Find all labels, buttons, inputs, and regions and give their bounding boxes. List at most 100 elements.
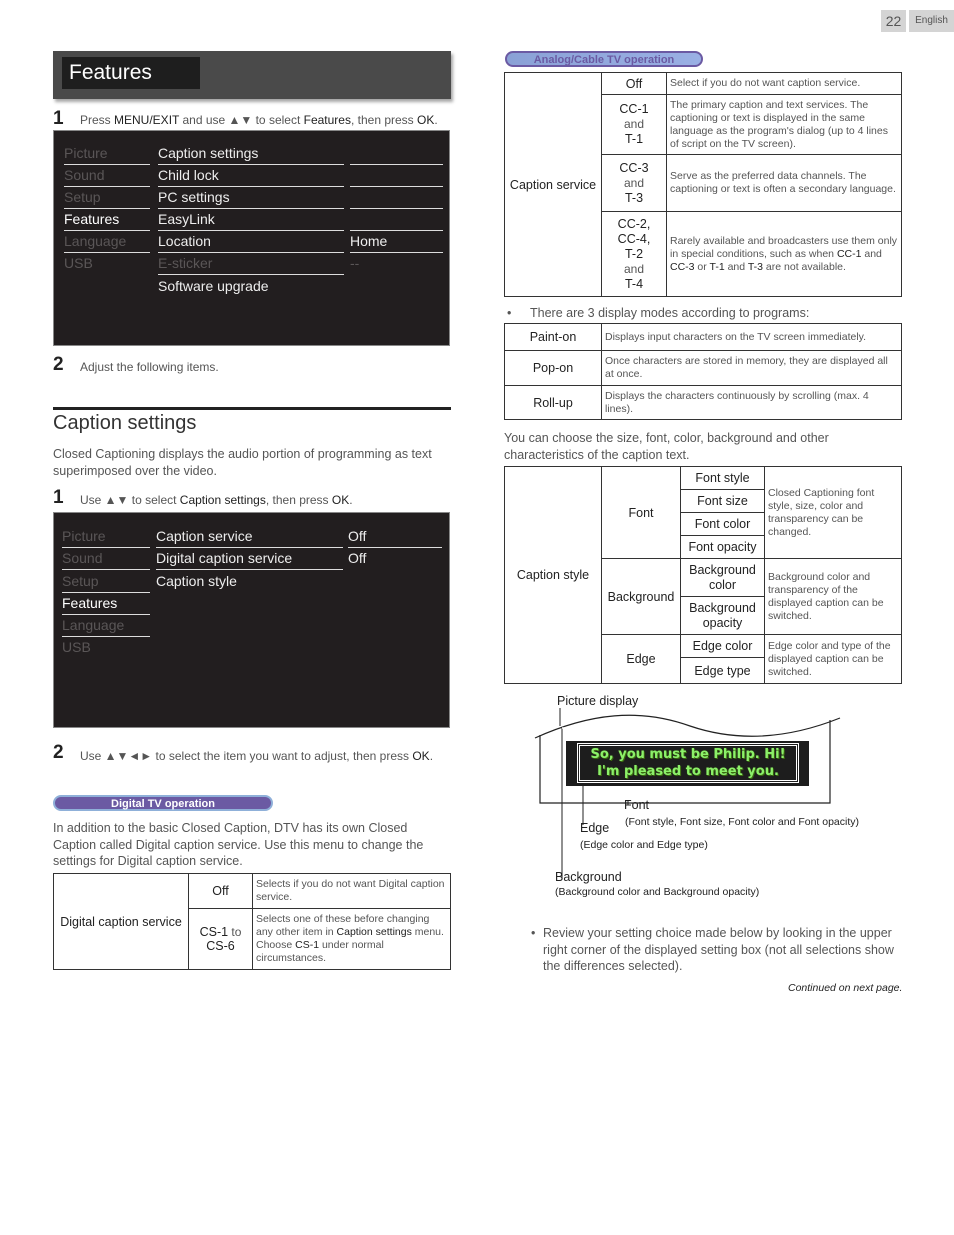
features-step-1-text: Press MENU/EXIT and use ▲▼ to select Fea… [80, 113, 460, 127]
text-part: and [861, 247, 882, 260]
menu-item-caption-settings[interactable]: Caption settings [158, 143, 344, 165]
menu-item-sound[interactable]: Sound [62, 548, 150, 570]
analog-cable-tv-operation-badge: Analog/Cable TV operation [505, 51, 703, 67]
menu-value-location: Home [350, 231, 443, 253]
mode-description: Displays input characters on the TV scre… [601, 323, 902, 351]
text-part: Press [80, 113, 115, 127]
features-step-2-text: Adjust the following items. [80, 360, 219, 374]
text-part: Use ▲▼ to select [80, 493, 180, 507]
menu-item-easylink[interactable]: EasyLink [158, 209, 344, 231]
label-edge: Edge [580, 821, 610, 835]
step-number: 1 [53, 487, 64, 508]
menu-item-picture[interactable]: Picture [64, 143, 150, 165]
option-description: The primary caption and text services. T… [666, 94, 902, 155]
menu-item-language[interactable]: Language [64, 231, 150, 253]
option-line: CC-1 [619, 102, 649, 116]
text-part: are not available. [763, 260, 846, 273]
item-edge-type: Edge type [680, 657, 765, 684]
text-part: Use ▲▼◄► to select the item you want to … [80, 749, 409, 763]
menu-item-caption-style[interactable]: Caption style [156, 571, 343, 593]
menu-item-caption-service[interactable]: Caption service [156, 526, 343, 548]
mode-description: Displays the characters continuously by … [601, 385, 902, 420]
row-header-digital-caption-service: Digital caption service [53, 873, 189, 970]
menu-item-software-upgrade[interactable]: Software upgrade [158, 276, 344, 298]
caption-line-1: So, you must be Philip. Hi! [590, 747, 786, 762]
mode-roll-up: Roll-up [504, 385, 602, 420]
option-line: CC-4, [617, 231, 651, 246]
caption-step-1-text: Use ▲▼ to select Caption settings, then … [80, 493, 460, 507]
text-bold: CC-1 [836, 247, 862, 260]
menu-value-digital-caption-service: Off [348, 550, 367, 566]
item-font-size: Font size [680, 489, 765, 513]
text-bold: Caption settings [336, 926, 412, 938]
option-cc2-cc4-t2-t4: CC-2, CC-4, T-2 and T-4 [601, 211, 667, 297]
option-line: and [623, 175, 645, 190]
page-number: 22 [881, 10, 906, 32]
caption-edge-box: So, you must be Philip. Hi! I'm pleased … [577, 743, 799, 783]
bullet-dot: • [531, 926, 536, 940]
caption-settings-menu-screen: Picture Sound Setup Features Language US… [53, 512, 450, 728]
mode-paint-on: Paint-on [504, 323, 602, 351]
option-cc3-t3: CC-3 and T-3 [601, 154, 667, 212]
features-banner: Features [53, 51, 451, 99]
menu-item-digital-caption-service[interactable]: Digital caption service [156, 548, 343, 570]
option-description: Selects one of these before changing any… [252, 908, 451, 970]
option-off: Off [601, 72, 667, 95]
option-description: Selects if you do not want Digital capti… [252, 873, 451, 909]
option-description: Select if you do not want caption servic… [666, 72, 902, 95]
text-part: . [434, 113, 438, 127]
menu-item-usb[interactable]: USB [64, 253, 150, 275]
menu-item-pc-settings[interactable]: PC settings [158, 187, 344, 209]
menu-item-child-lock[interactable]: Child lock [158, 165, 344, 187]
key-ok: OK [331, 493, 350, 507]
text-bold: CS-1 [295, 939, 320, 951]
option-line: CC-3 [619, 160, 649, 175]
option-description: Serve as the preferred data channels. Th… [666, 154, 902, 212]
menu-item-picture[interactable]: Picture [62, 526, 150, 548]
menu-item-language[interactable]: Language [62, 615, 150, 637]
step-number: 2 [53, 742, 64, 763]
caption-style-intro: You can choose the size, font, color, ba… [504, 431, 829, 462]
label-background: Background [555, 870, 622, 884]
menu-item-usb[interactable]: USB [62, 637, 150, 659]
caption-background-box: So, you must be Philip. Hi! I'm pleased … [566, 741, 809, 786]
label-background-sub: (Background color and Background opacity… [555, 886, 760, 898]
caption-step-2: 2 [53, 742, 64, 764]
key-ok: OK [412, 749, 430, 763]
menu-item-sound[interactable]: Sound [64, 165, 150, 187]
text-bold: T-1 [709, 260, 725, 273]
option-off: Off [188, 873, 253, 909]
row-header-caption-style: Caption style [504, 466, 602, 684]
step-number: 1 [53, 108, 64, 129]
item-edge-color: Edge color [680, 634, 765, 658]
text-part: . [349, 493, 353, 507]
digital-caption-table: Digital caption service Off Selects if y… [53, 873, 451, 970]
text-part: . [429, 749, 434, 763]
item-font-color: Font color [680, 512, 765, 536]
menu-item-location[interactable]: Location [158, 231, 344, 253]
menu-value-caption-service: Off [348, 526, 442, 548]
table-row: Paint-on Displays input characters on th… [504, 323, 902, 351]
key-caption-settings: Caption settings [179, 493, 266, 507]
option-line: T-4 [624, 276, 644, 291]
features-step-2: 2 [53, 354, 64, 376]
page-language: English [909, 10, 954, 32]
display-modes-table: Paint-on Displays input characters on th… [504, 323, 902, 420]
table-row: Caption service Off Select if you do not… [504, 72, 902, 297]
label-font: Font [624, 798, 650, 812]
option-cc1-t1: CC-1 and T-1 [601, 94, 667, 155]
menu-item-setup[interactable]: Setup [62, 571, 150, 593]
text-bold: T-3 [747, 260, 764, 273]
menu-item-features[interactable]: Features [62, 593, 150, 615]
text-part: and use ▲▼ to select [179, 113, 304, 127]
tv-screen-outline [534, 714, 841, 739]
text-bold: CC-3 [670, 260, 695, 273]
option-cs-1: CS-1 [199, 925, 229, 939]
menu-item-setup[interactable]: Setup [64, 187, 150, 209]
menu-item-features[interactable]: Features [64, 209, 150, 231]
key-menu-exit: MENU/EXIT [114, 113, 180, 127]
menu-value-empty [350, 143, 443, 165]
caption-settings-intro: Closed Captioning displays the audio por… [53, 447, 432, 478]
review-note: Review your setting choice made below by… [543, 926, 894, 973]
menu-item-e-sticker[interactable]: E-sticker [158, 253, 344, 275]
